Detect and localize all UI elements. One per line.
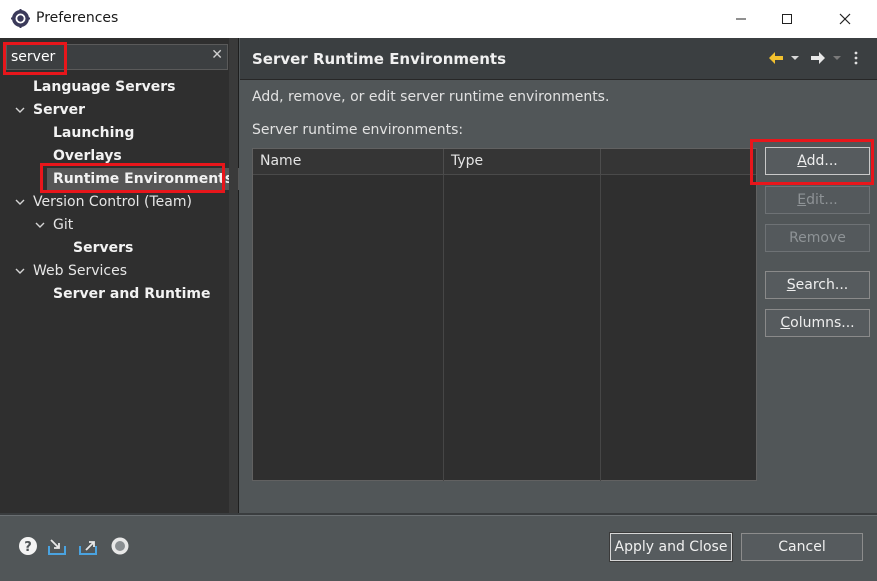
- table-header: Name Type: [253, 149, 756, 175]
- add-button-label: Add...: [797, 153, 838, 169]
- cancel-button[interactable]: Cancel: [741, 533, 863, 561]
- preference-navigation-panel: ✕ Language Servers Server Launching Overlay…: [0, 38, 240, 513]
- view-menu-button[interactable]: [854, 49, 858, 67]
- tree-item-label: Server and Runtime: [53, 286, 211, 302]
- column-divider: [600, 175, 601, 481]
- tree-item-label: Version Control (Team): [33, 194, 192, 210]
- forward-arrow-icon: [811, 52, 825, 64]
- apply-and-close-button[interactable]: Apply and Close: [609, 532, 733, 562]
- back-arrow-icon: [769, 52, 783, 64]
- tree-item[interactable]: Server: [33, 99, 85, 121]
- help-icon[interactable]: ?: [18, 536, 38, 556]
- tree-item[interactable]: Language Servers: [33, 76, 176, 98]
- tree-item-label: Server: [33, 102, 86, 118]
- clear-filter-icon[interactable]: ✕: [211, 47, 223, 63]
- column-header-type[interactable]: Type: [444, 149, 601, 174]
- edit-button-label: Edit...: [797, 192, 838, 208]
- tree-item[interactable]: Launching: [53, 122, 134, 144]
- remove-button-label: Remove: [789, 230, 846, 246]
- chevron-down-icon: [833, 56, 841, 60]
- column-header-name[interactable]: Name: [253, 149, 444, 174]
- filter-box: ✕: [6, 44, 228, 70]
- kebab-menu-icon: [854, 51, 858, 65]
- runtime-environments-table[interactable]: Name Type: [252, 148, 757, 481]
- expand-chevron-icon[interactable]: [14, 196, 26, 208]
- tree-item[interactable]: Server and Runtime: [53, 283, 210, 305]
- export-icon[interactable]: [78, 536, 98, 556]
- tree-item-label: Runtime Environments: [53, 171, 234, 187]
- chevron-down-icon: [791, 56, 799, 60]
- search-button-label: Search...: [786, 277, 849, 293]
- tree-item-label: Overlays: [53, 148, 122, 164]
- expand-chevron-icon[interactable]: [14, 265, 26, 277]
- tree-scrollbar[interactable]: [229, 38, 238, 513]
- minimize-button[interactable]: [718, 0, 764, 38]
- remove-button[interactable]: Remove: [765, 224, 870, 252]
- tree-item[interactable]: Version Control (Team): [33, 191, 192, 213]
- expand-chevron-icon[interactable]: [34, 219, 46, 231]
- tree-item-label: Servers: [73, 240, 134, 256]
- tree-item-label: Language Servers: [33, 79, 176, 95]
- maximize-button[interactable]: [764, 0, 810, 38]
- eclipse-app-icon: [11, 9, 30, 28]
- window-title: Preferences: [36, 10, 119, 26]
- column-divider: [443, 175, 444, 481]
- edit-button[interactable]: Edit...: [765, 186, 870, 214]
- expand-chevron-icon[interactable]: [14, 104, 26, 116]
- tree-item[interactable]: Runtime Environments: [47, 168, 240, 190]
- add-button[interactable]: Add...: [765, 147, 870, 175]
- column-header-extra[interactable]: [601, 149, 756, 174]
- footer-separator: [0, 515, 877, 516]
- columns-button-label: Columns...: [780, 315, 855, 331]
- tree-item[interactable]: Web Services: [33, 260, 127, 282]
- maximize-icon: [782, 14, 792, 24]
- search-button[interactable]: Search...: [765, 271, 870, 299]
- filter-input[interactable]: [11, 47, 201, 67]
- page-header: Server Runtime Environments: [240, 38, 877, 80]
- tree-item-label: Git: [53, 217, 74, 233]
- close-icon: [839, 13, 851, 25]
- tree-item-label: Launching: [53, 125, 135, 141]
- columns-button[interactable]: Columns...: [765, 309, 870, 337]
- svg-text:?: ?: [24, 540, 32, 555]
- close-button[interactable]: [822, 0, 868, 38]
- page-description: Add, remove, or edit server runtime envi…: [252, 89, 610, 105]
- runtime-list-label: Server runtime environments:: [252, 122, 464, 138]
- tree-item[interactable]: Git: [53, 214, 73, 236]
- record-icon[interactable]: [110, 536, 130, 556]
- minimize-icon: [736, 18, 746, 20]
- back-button[interactable]: [768, 49, 800, 67]
- tree-item-label: Web Services: [33, 263, 128, 279]
- import-icon[interactable]: [47, 536, 67, 556]
- forward-button[interactable]: [810, 49, 842, 67]
- tree-item[interactable]: Overlays: [53, 145, 122, 167]
- tree-item[interactable]: Servers: [73, 237, 133, 259]
- page-title: Server Runtime Environments: [252, 50, 506, 68]
- title-bar: Preferences: [0, 0, 877, 38]
